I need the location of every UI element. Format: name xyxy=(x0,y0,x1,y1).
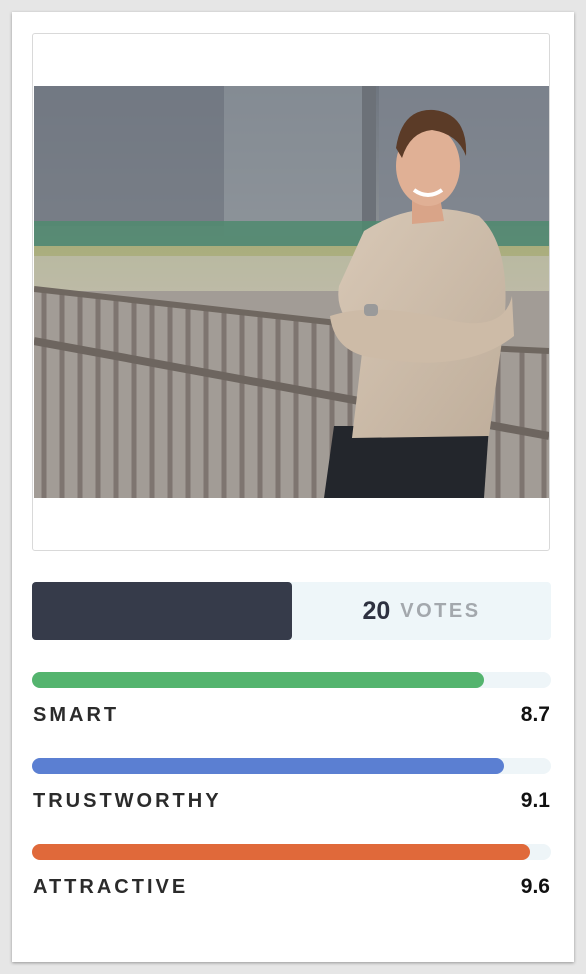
metric-track xyxy=(32,672,551,688)
metric-smart: SMART 8.7 xyxy=(32,672,551,732)
metric-score-trustworthy: 9.1 xyxy=(520,789,550,812)
metric-track xyxy=(32,758,551,774)
portrait-photo xyxy=(34,86,549,498)
metric-fill-attractive xyxy=(32,844,531,860)
metric-fill-smart xyxy=(32,672,484,688)
votes-count: 20 xyxy=(362,596,391,625)
metric-attractive: ATTRACTIVE 9.6 xyxy=(32,844,551,904)
metric-label-attractive: ATTRACTIVE xyxy=(33,876,189,898)
votes-bar-fill xyxy=(32,582,292,640)
metric-trustworthy: TRUSTWORTHY 9.1 xyxy=(32,758,551,818)
metric-track xyxy=(32,844,551,860)
votes-bar: 20 VOTES xyxy=(32,582,551,640)
votes-summary: 20 VOTES xyxy=(292,582,551,640)
votes-label: VOTES xyxy=(400,599,481,622)
metric-label-smart: SMART xyxy=(33,704,120,726)
metric-score-smart: 8.7 xyxy=(520,703,550,726)
rating-card: 20 VOTES SMART 8.7 TRUSTWORTHY 9.1 ATTRA… xyxy=(12,12,574,962)
metric-score-attractive: 9.6 xyxy=(520,875,550,898)
metric-fill-trustworthy xyxy=(32,758,505,774)
metric-label-trustworthy: TRUSTWORTHY xyxy=(33,790,222,812)
photo-frame xyxy=(32,33,550,551)
